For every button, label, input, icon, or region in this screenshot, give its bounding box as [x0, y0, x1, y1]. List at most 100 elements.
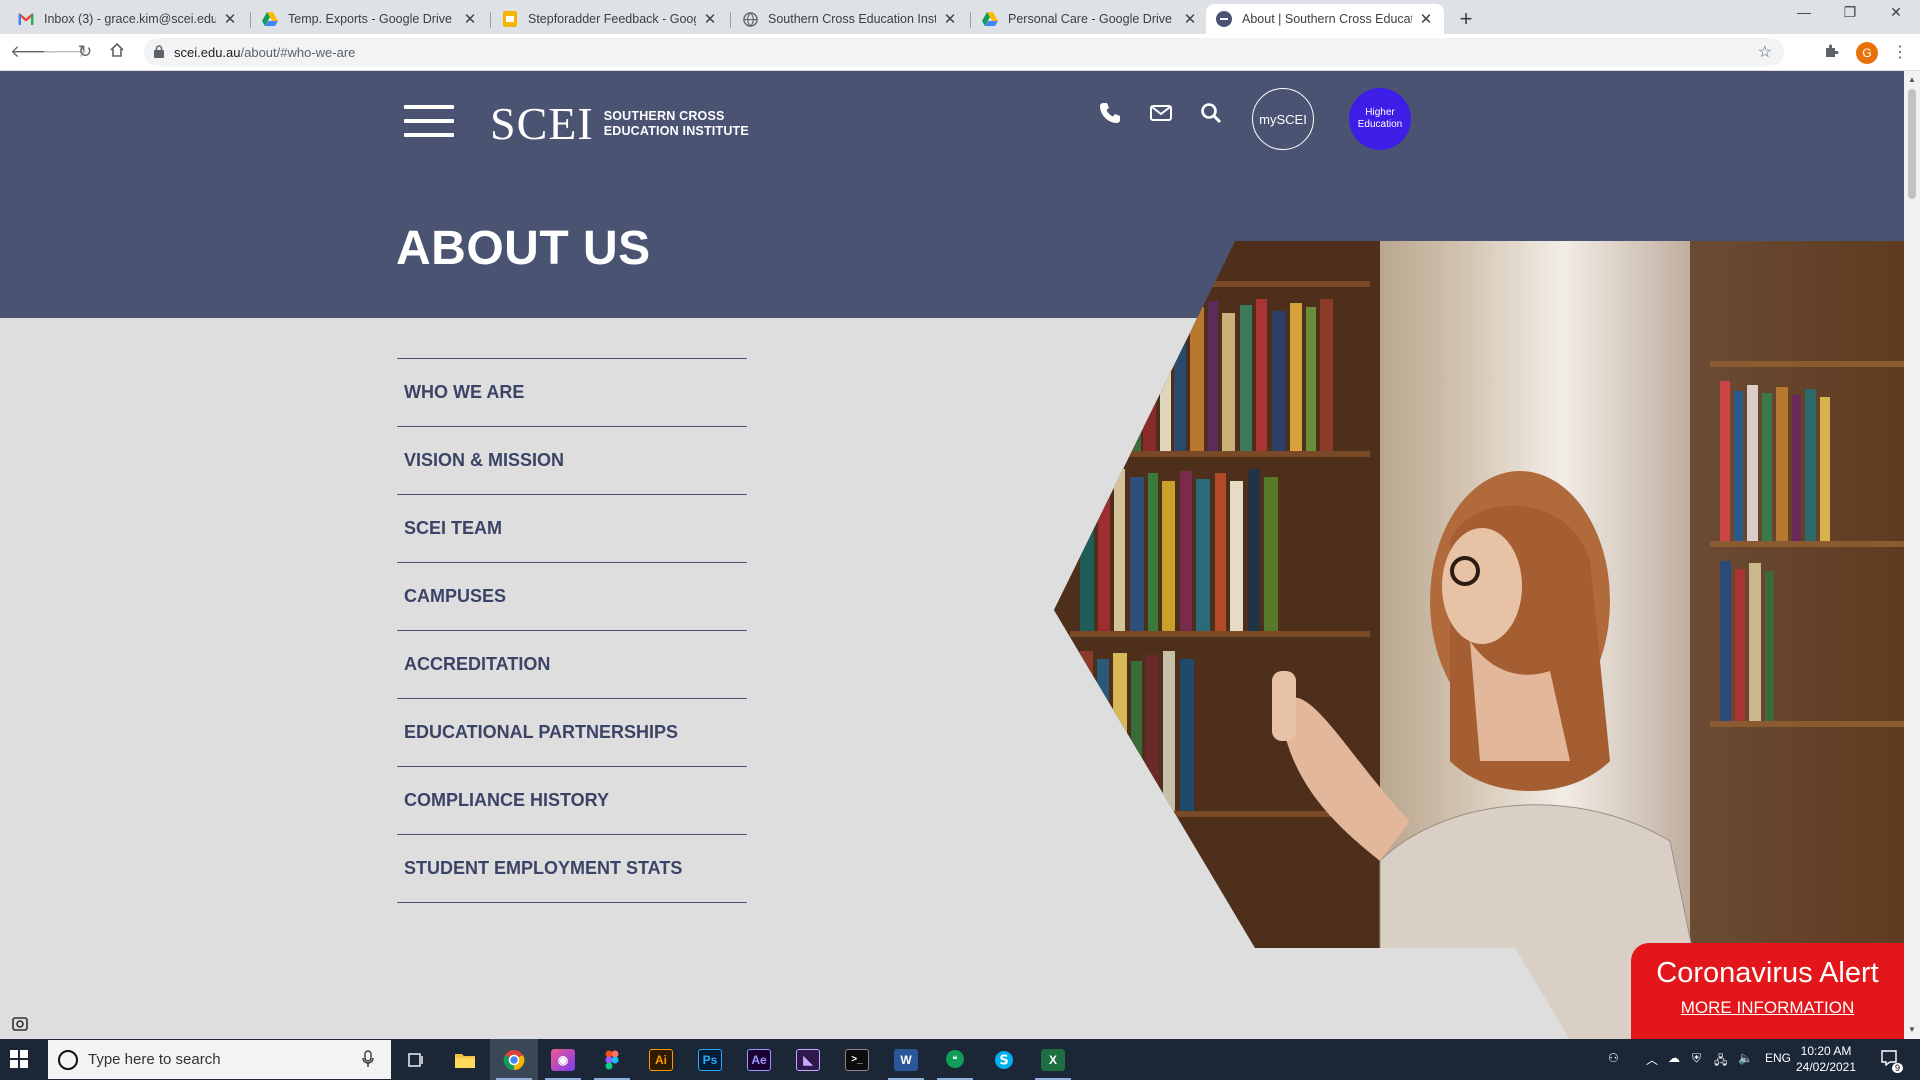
lock-icon [154, 45, 164, 63]
forward-arrow-icon[interactable]: 🡒 [42, 42, 88, 62]
tab-about-scei[interactable]: About | Southern Cross Educatio ✕ [1206, 4, 1444, 34]
new-tab-plus-icon[interactable]: + [1454, 6, 1478, 32]
nav-compliance-history[interactable]: COMPLIANCE HISTORY [397, 767, 747, 835]
address-bar[interactable]: scei.edu.au/about/#who-we-are ☆ [144, 38, 1784, 66]
hangouts-icon[interactable]: ❝ [931, 1039, 979, 1080]
word-icon[interactable]: W [882, 1039, 930, 1080]
after-effects-icon[interactable]: Ae [735, 1039, 783, 1080]
tab-title: Personal Care - Google Drive [1008, 12, 1172, 26]
tab-title: Southern Cross Education Institu [768, 12, 936, 26]
back-arrow-icon[interactable]: 🡐 [10, 42, 56, 62]
scei-favicon [1216, 11, 1232, 27]
microphone-icon[interactable] [362, 1050, 374, 1073]
logo-text: SOUTHERN CROSS EDUCATION INSTITUTE [603, 108, 749, 138]
google-slides-icon [502, 11, 518, 27]
search-icon[interactable] [1199, 101, 1225, 127]
show-hidden-icons-chevron-icon[interactable]: ︿ [1646, 1051, 1658, 1068]
restore-icon[interactable]: ❐ [1840, 4, 1860, 21]
coronavirus-alert-banner[interactable]: Coronavirus Alert MORE INFORMATION [1631, 943, 1904, 1039]
tab-close-icon[interactable]: ✕ [222, 10, 238, 28]
page-scrollbar[interactable]: ▲ ▼ [1904, 71, 1920, 1039]
app-launcher-icon[interactable]: ◉ [539, 1039, 587, 1080]
windows-taskbar: Type here to search ◉ Ai Ps Ae ◣ >_ W ❝ … [0, 1039, 1920, 1080]
minimize-icon[interactable]: — [1794, 4, 1814, 20]
network-icon[interactable]: 🖧 [1714, 1051, 1727, 1072]
file-explorer-icon[interactable] [441, 1039, 489, 1080]
photoshop-icon[interactable]: Ps [686, 1039, 734, 1080]
google-drive-icon [262, 11, 278, 27]
google-drive-icon [982, 11, 998, 27]
chrome-taskbar-icon[interactable] [490, 1039, 538, 1080]
accessibility-widget-icon[interactable] [12, 1017, 28, 1031]
url-text: scei.edu.au/about/#who-we-are [174, 45, 356, 60]
extensions-puzzle-icon[interactable] [1824, 43, 1840, 64]
globe-icon [742, 11, 758, 27]
volume-icon[interactable]: 🔈 [1738, 1051, 1753, 1065]
tab-close-icon[interactable]: ✕ [1182, 10, 1198, 28]
gmail-icon [18, 11, 34, 27]
illustrator-icon[interactable]: Ai [637, 1039, 685, 1080]
web-page: SCEI SOUTHERN CROSS EDUCATION INSTITUTE m… [0, 71, 1904, 1039]
language-indicator[interactable]: ENG [1765, 1051, 1791, 1065]
scroll-up-arrow-icon[interactable]: ▲ [1908, 75, 1916, 84]
close-window-icon[interactable]: ✕ [1886, 4, 1906, 21]
tab-close-icon[interactable]: ✕ [1418, 10, 1434, 28]
notification-count-badge: 9 [1892, 1063, 1904, 1073]
nav-student-employment-stats[interactable]: STUDENT EMPLOYMENT STATS [397, 835, 747, 903]
tab-close-icon[interactable]: ✕ [462, 10, 478, 28]
cortana-circle-icon [58, 1050, 78, 1070]
nav-who-we-are[interactable]: WHO WE ARE [397, 359, 747, 427]
nav-accreditation[interactable]: ACCREDITATION [397, 631, 747, 699]
task-view-icon[interactable] [392, 1039, 440, 1080]
home-icon[interactable] [107, 42, 127, 62]
myscei-button[interactable]: mySCEI [1252, 88, 1314, 150]
alert-title: Coronavirus Alert [1656, 957, 1879, 989]
mail-icon[interactable] [1149, 101, 1175, 127]
excel-icon[interactable]: X [1029, 1039, 1077, 1080]
tab-southern-cross-education[interactable]: Southern Cross Education Institu ✕ [732, 4, 968, 34]
svg-text:❝: ❝ [952, 1055, 957, 1066]
reload-icon[interactable]: ↻ [75, 42, 95, 62]
nav-scei-team[interactable]: SCEI TEAM [397, 495, 747, 563]
people-icon[interactable]: ⚇ [1608, 1051, 1619, 1065]
library-hero-image [1054, 241, 1904, 1039]
bookmark-star-icon[interactable]: ☆ [1758, 42, 1772, 62]
nav-vision-mission[interactable]: VISION & MISSION [397, 427, 747, 495]
page-title: ABOUT US [396, 222, 651, 275]
visual-studio-icon[interactable]: ◣ [784, 1039, 832, 1080]
tab-stepforadder-feedback[interactable]: Stepforadder Feedback - Google ✕ [492, 4, 728, 34]
browser-tab-strip: Inbox (3) - grace.kim@scei.edu.a ✕ Temp.… [0, 0, 1920, 34]
skype-icon[interactable]: S [980, 1039, 1028, 1080]
onedrive-cloud-icon[interactable]: ☁ [1668, 1051, 1680, 1065]
tab-personal-care[interactable]: Personal Care - Google Drive ✕ [972, 4, 1208, 34]
windows-start-icon[interactable] [10, 1050, 28, 1073]
higher-education-button[interactable]: Higher Education [1349, 88, 1411, 150]
about-side-nav: WHO WE ARE VISION & MISSION SCEI TEAM CA… [397, 358, 747, 903]
chrome-menu-icon[interactable]: ⋮ [1892, 42, 1908, 62]
tab-close-icon[interactable]: ✕ [942, 10, 958, 28]
scei-logo[interactable]: SCEI SOUTHERN CROSS EDUCATION INSTITUTE [490, 97, 749, 150]
scrollbar-thumb[interactable] [1908, 89, 1916, 199]
tab-title: Stepforadder Feedback - Google [528, 12, 696, 26]
profile-avatar[interactable]: G [1856, 42, 1878, 64]
svg-text:S: S [999, 1053, 1008, 1068]
phone-icon[interactable] [1098, 101, 1124, 127]
hamburger-menu-icon[interactable] [404, 105, 454, 137]
tab-title: Inbox (3) - grace.kim@scei.edu.a [44, 12, 216, 26]
tab-title: About | Southern Cross Educatio [1242, 12, 1412, 26]
taskbar-search-box[interactable]: Type here to search [48, 1040, 391, 1079]
figma-icon[interactable] [588, 1039, 636, 1080]
logo-mark: SCEI [490, 98, 594, 149]
tab-gmail-inbox[interactable]: Inbox (3) - grace.kim@scei.edu.a ✕ [8, 4, 248, 34]
tab-close-icon[interactable]: ✕ [702, 10, 718, 28]
nav-educational-partnerships[interactable]: EDUCATIONAL PARTNERSHIPS [397, 699, 747, 767]
scroll-down-arrow-icon[interactable]: ▼ [1908, 1025, 1916, 1034]
nav-campuses[interactable]: CAMPUSES [397, 563, 747, 631]
terminal-icon[interactable]: >_ [833, 1039, 881, 1080]
browser-toolbar: 🡐 🡒 ↻ scei.edu.au/about/#who-we-are ☆ [0, 34, 1920, 71]
tab-title: Temp. Exports - Google Drive [288, 12, 452, 26]
more-information-link[interactable]: MORE INFORMATION [1631, 998, 1904, 1018]
tab-temp-exports[interactable]: Temp. Exports - Google Drive ✕ [252, 4, 488, 34]
taskbar-clock[interactable]: 10:20 AM 24/02/2021 [1789, 1043, 1863, 1075]
security-icon[interactable]: ⛨ [1692, 1051, 1701, 1066]
